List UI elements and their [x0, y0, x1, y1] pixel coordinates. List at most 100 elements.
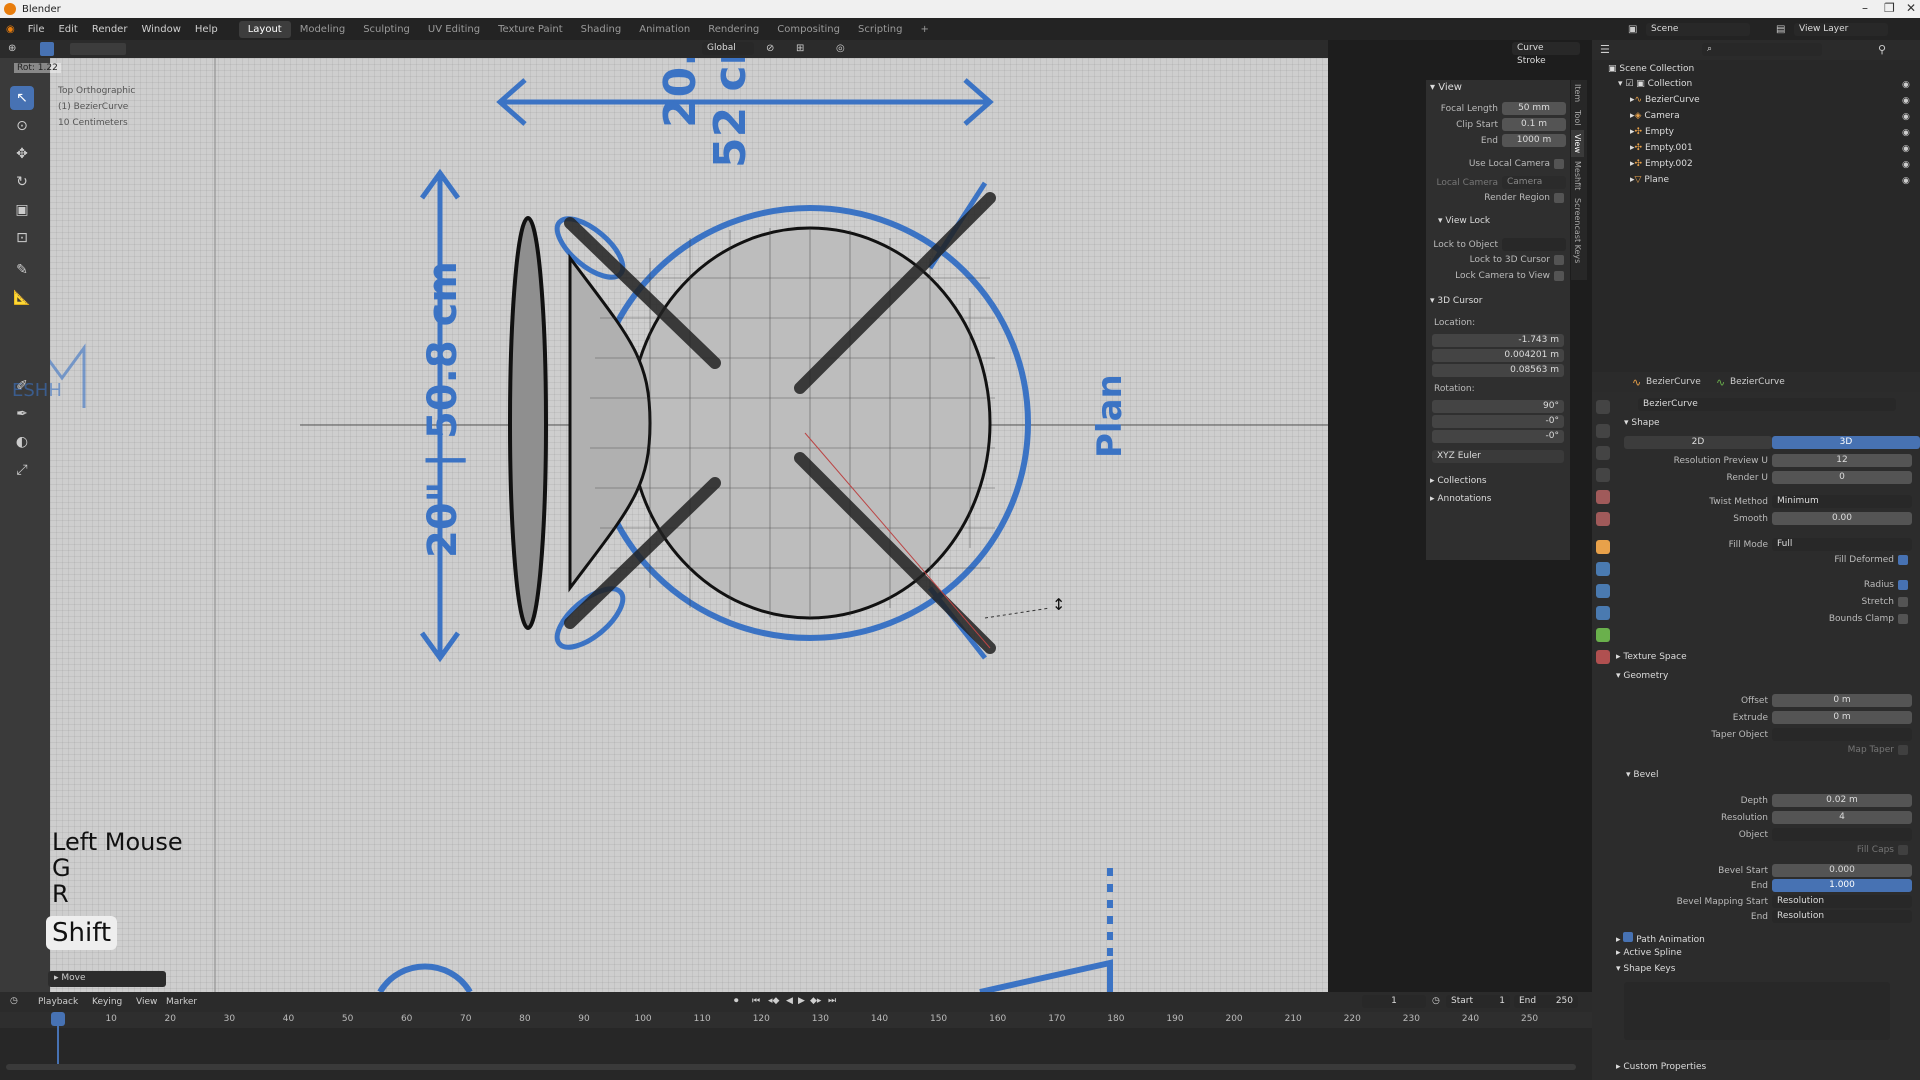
taper-object-field[interactable] [1772, 728, 1912, 741]
select-tool-icon[interactable]: ↖ [10, 86, 34, 110]
select-box-icon[interactable] [70, 43, 126, 55]
maximize-icon[interactable]: ❐ [1884, 1, 1895, 15]
visibility-eye-icon[interactable]: ◉ [1902, 96, 1910, 106]
scene-properties-tab-icon[interactable] [1596, 490, 1610, 504]
rotation-mode-dropdown[interactable]: XYZ Euler [1432, 450, 1564, 463]
add-workspace-button[interactable]: + [911, 21, 937, 38]
radius-checkbox[interactable] [1898, 580, 1908, 590]
playhead[interactable] [51, 1012, 65, 1026]
depth-field[interactable]: 0.02 m [1772, 794, 1912, 807]
path-animation-section-header[interactable]: ▸ Path Animation [1616, 932, 1705, 945]
path-animation-checkbox[interactable] [1623, 932, 1634, 942]
geometry-section-header[interactable]: ▾ Geometry [1616, 671, 1668, 681]
output-properties-tab-icon[interactable] [1596, 446, 1610, 460]
rotate-tool-icon[interactable]: ↻ [10, 170, 34, 194]
view-layer-selector[interactable]: View Layer [1794, 22, 1888, 36]
outliner-search-input[interactable]: ⌕ [1702, 43, 1822, 56]
object-properties-tab-icon[interactable] [1596, 540, 1610, 554]
bevel-mapping-start-dropdown[interactable]: Resolution [1772, 895, 1912, 908]
keying-menu[interactable]: Keying [92, 997, 122, 1007]
tab-uv-editing[interactable]: UV Editing [419, 21, 489, 38]
marker-menu[interactable]: Marker [166, 997, 197, 1007]
lock-camera-to-view-checkbox[interactable] [1554, 271, 1564, 281]
annotate-tool-icon[interactable]: ✎ [10, 258, 34, 282]
menu-file[interactable]: File [21, 24, 52, 35]
physics-properties-tab-icon[interactable] [1596, 606, 1610, 620]
material-properties-tab-icon[interactable] [1596, 650, 1610, 664]
tab-screencast-keys[interactable]: Screencast Keys [1571, 194, 1584, 267]
menu-render[interactable]: Render [85, 24, 135, 35]
map-taper-checkbox[interactable] [1898, 745, 1908, 755]
world-properties-tab-icon[interactable] [1596, 512, 1610, 526]
outliner-scene-collection[interactable]: ▣ Scene Collection [1608, 64, 1694, 74]
lock-to-cursor-checkbox[interactable] [1554, 255, 1564, 265]
outliner-item-plane[interactable]: ▸ ▽ Plane [1630, 175, 1669, 185]
outliner-item-beziercurve[interactable]: ▸ ∿ BezierCurve [1630, 95, 1700, 105]
local-camera-field[interactable]: Camera [1502, 176, 1566, 189]
tab-rendering[interactable]: Rendering [699, 21, 768, 38]
smooth-field[interactable]: 0.00 [1772, 512, 1912, 525]
end-frame-field[interactable]: End 250 [1514, 995, 1578, 1008]
play-icon[interactable]: ▶ [798, 996, 805, 1006]
tab-compositing[interactable]: Compositing [768, 21, 849, 38]
preview-range-icon[interactable]: ◷ [1432, 996, 1440, 1006]
bounds-clamp-checkbox[interactable] [1898, 614, 1908, 624]
tilt-tool-icon[interactable]: ◐ [10, 430, 34, 454]
visibility-eye-icon[interactable]: ◉ [1902, 128, 1910, 138]
outliner-item-collection[interactable]: ▾ ☑ ▣ Collection [1618, 79, 1692, 89]
focal-length-field[interactable]: 50 mm [1502, 102, 1566, 115]
stretch-checkbox[interactable] [1898, 597, 1908, 607]
collections-section-header[interactable]: ▸ Collections [1430, 476, 1487, 486]
outliner-item-empty[interactable]: ▸ ✣ Empty [1630, 127, 1674, 137]
tab-tool[interactable]: Tool [1571, 106, 1584, 130]
scene-selector[interactable]: Scene [1646, 22, 1750, 36]
fill-deformed-checkbox[interactable] [1898, 555, 1908, 565]
tab-scripting[interactable]: Scripting [849, 21, 911, 38]
menu-window[interactable]: Window [134, 24, 187, 35]
visibility-eye-icon[interactable]: ◉ [1902, 112, 1910, 122]
bevel-start-field[interactable]: 0.000 [1772, 864, 1912, 877]
move-tool-icon[interactable]: ✥ [10, 142, 34, 166]
custom-properties-section-header[interactable]: ▸ Custom Properties [1616, 1062, 1706, 1072]
snap-icon[interactable]: ⊞ [796, 43, 804, 54]
clip-end-field[interactable]: 1000 m [1502, 134, 1566, 147]
curve-data-name-field[interactable]: BezierCurve [1638, 398, 1896, 411]
tab-layout[interactable]: Layout [238, 20, 291, 38]
menu-help[interactable]: Help [188, 24, 225, 35]
cursor-section-header[interactable]: ▾ 3D Cursor [1430, 296, 1483, 306]
mode-2d-button[interactable]: 2D [1624, 436, 1772, 449]
lock-to-object-field[interactable] [1502, 238, 1566, 251]
cursor-rotation-y[interactable]: -0° [1432, 415, 1564, 428]
mode-3d-button[interactable]: 3D [1772, 436, 1920, 449]
visibility-eye-icon[interactable]: ◉ [1902, 176, 1910, 186]
playback-menu[interactable]: Playback [38, 997, 78, 1007]
editor-type-icon[interactable]: ⊕ [8, 43, 16, 54]
render-region-checkbox[interactable] [1554, 193, 1564, 203]
start-frame-field[interactable]: Start 1 [1446, 995, 1510, 1008]
prev-key-icon[interactable]: ◂◆ [768, 996, 779, 1006]
twist-method-dropdown[interactable]: Minimum [1772, 495, 1912, 508]
timeline-ruler[interactable]: 1102030405060708090100110120130140150160… [0, 1012, 1592, 1028]
texture-space-section-header[interactable]: ▸ Texture Space [1616, 652, 1687, 662]
menu-edit[interactable]: Edit [51, 24, 84, 35]
tab-modeling[interactable]: Modeling [291, 21, 355, 38]
view-menu[interactable]: View [136, 997, 157, 1007]
cursor-rotation-x[interactable]: 90° [1432, 400, 1564, 413]
outliner-item-empty-002[interactable]: ▸ ✣ Empty.002 [1630, 159, 1693, 169]
select-mode-icon[interactable] [40, 42, 54, 56]
visibility-eye-icon[interactable]: ◉ [1902, 80, 1910, 90]
tab-item[interactable]: Item [1571, 80, 1584, 106]
cursor-tool-icon[interactable]: ⊙ [10, 114, 34, 138]
bevel-object-field[interactable] [1772, 828, 1912, 841]
blender-menu-icon[interactable]: ◉ [0, 24, 21, 35]
tab-shading[interactable]: Shading [572, 21, 631, 38]
extrude-field[interactable]: 0 m [1772, 711, 1912, 724]
cursor-rotation-z[interactable]: -0° [1432, 430, 1564, 443]
modifier-properties-tab-icon[interactable] [1596, 562, 1610, 576]
shape-keys-list[interactable] [1624, 982, 1890, 1040]
render-u-field[interactable]: 0 [1772, 471, 1912, 484]
annotations-section-header[interactable]: ▸ Annotations [1430, 494, 1491, 504]
visibility-eye-icon[interactable]: ◉ [1902, 160, 1910, 170]
view-layer-properties-tab-icon[interactable] [1596, 468, 1610, 482]
scale-tool-icon[interactable]: ▣ [10, 198, 34, 222]
